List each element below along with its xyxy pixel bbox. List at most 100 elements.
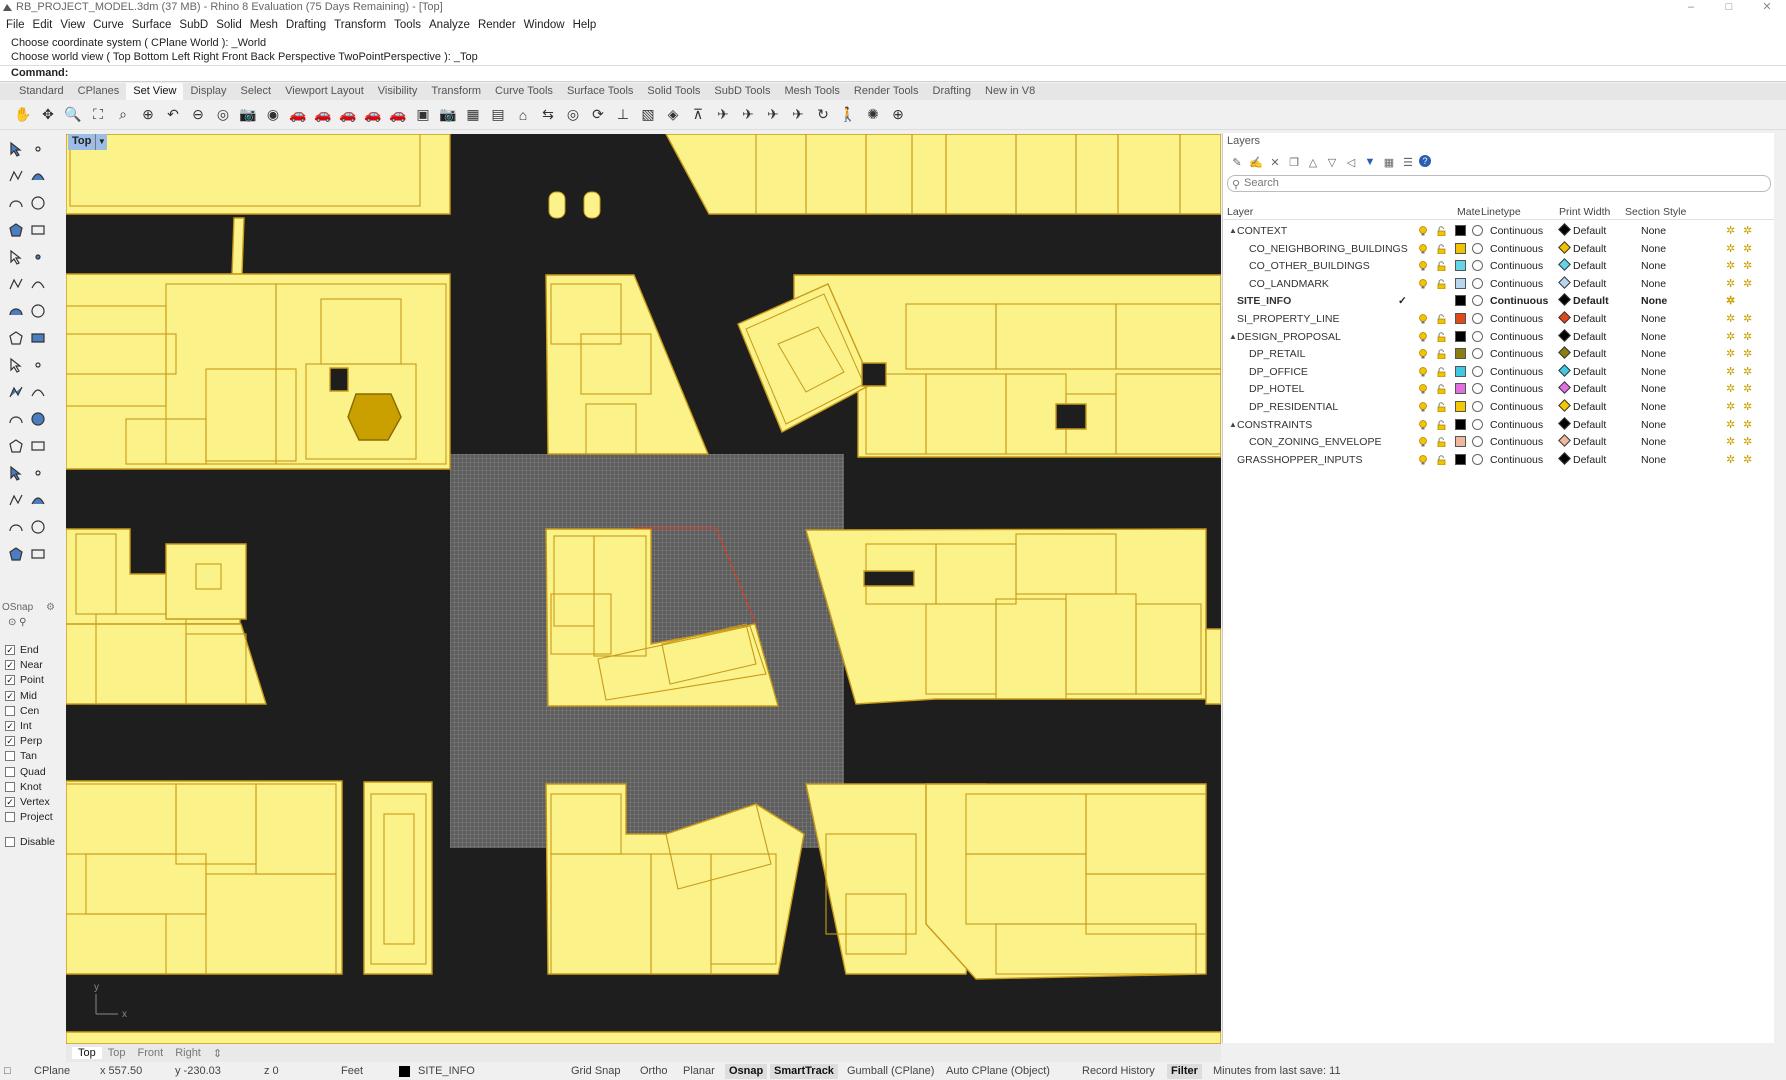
osnap-checkbox[interactable] bbox=[5, 781, 15, 792]
menu-view[interactable]: View bbox=[56, 19, 89, 31]
layer-section-style[interactable]: None bbox=[1641, 278, 1666, 290]
status-toggle-osnap[interactable]: Osnap bbox=[725, 1064, 768, 1079]
plane-icon[interactable]: ✈ bbox=[787, 104, 809, 126]
mesh-icon[interactable] bbox=[6, 328, 26, 348]
visibility-bulb-icon[interactable] bbox=[1419, 402, 1427, 412]
osnap-quad[interactable]: Quad bbox=[5, 766, 46, 778]
new-sublayer-icon[interactable]: ✍ bbox=[1248, 155, 1264, 169]
material-circle-icon[interactable] bbox=[1472, 383, 1483, 395]
table-icon[interactable]: ▦ bbox=[1381, 155, 1397, 169]
unlock-icon[interactable] bbox=[1437, 437, 1446, 448]
layer-color-swatch[interactable] bbox=[1455, 453, 1466, 465]
layer-color-swatch[interactable] bbox=[1455, 348, 1466, 360]
place-camera-icon[interactable]: ⌂ bbox=[512, 104, 534, 126]
material-circle-icon[interactable] bbox=[1472, 225, 1483, 236]
block-void[interactable] bbox=[863, 570, 915, 587]
layer-section-style[interactable]: None bbox=[1641, 366, 1666, 378]
sun-icon[interactable]: ✺ bbox=[862, 104, 884, 126]
clipping-icon[interactable]: ✲ bbox=[1726, 382, 1735, 395]
layer-print-width[interactable]: Default bbox=[1573, 436, 1606, 448]
bollard[interactable] bbox=[583, 191, 601, 219]
unlock-icon[interactable] bbox=[1437, 279, 1446, 289]
visibility-bulb-icon[interactable] bbox=[1419, 331, 1427, 342]
tab-select[interactable]: Select bbox=[234, 83, 279, 100]
osnap-end[interactable]: ✓ End bbox=[5, 644, 39, 656]
detail-icon[interactable]: ✲ bbox=[1743, 312, 1752, 325]
clipping-icon[interactable]: ✲ bbox=[1726, 435, 1735, 448]
print-color-diamond-icon[interactable] bbox=[1558, 258, 1571, 272]
car-icon[interactable]: 🚗 bbox=[287, 104, 309, 126]
layer-color-swatch[interactable] bbox=[1455, 225, 1466, 236]
osnap-int[interactable]: ✓ Int bbox=[5, 720, 32, 732]
menu-mesh[interactable]: Mesh bbox=[246, 19, 282, 31]
point-icon[interactable] bbox=[28, 139, 48, 159]
transform-icon[interactable] bbox=[28, 436, 48, 456]
status-toggle-ortho[interactable]: Ortho bbox=[640, 1065, 668, 1077]
move-up-icon[interactable]: △ bbox=[1305, 155, 1321, 169]
menu-file[interactable]: File bbox=[2, 19, 29, 31]
layer-name[interactable]: CO_NEIGHBORING_BUILDINGS bbox=[1249, 243, 1408, 255]
osnap-vertex[interactable]: ✓ Vertex bbox=[5, 796, 50, 808]
unlock-icon[interactable] bbox=[1437, 314, 1446, 324]
two-point-icon[interactable]: ⊥ bbox=[612, 104, 634, 126]
detail-icon[interactable]: ✲ bbox=[1743, 259, 1752, 272]
osnap-disable[interactable]: Disable bbox=[5, 836, 55, 848]
layer-section-style[interactable]: None bbox=[1641, 331, 1666, 343]
print-color-diamond-icon[interactable] bbox=[1558, 451, 1571, 465]
layer-section-style[interactable]: None bbox=[1641, 436, 1666, 448]
osnap-checkbox[interactable]: ✓ bbox=[5, 797, 15, 807]
group-icon[interactable] bbox=[6, 490, 26, 510]
new-layer-icon[interactable]: ✎ bbox=[1229, 155, 1245, 169]
plan-drawing[interactable]: yx bbox=[66, 134, 1221, 1044]
print-color-diamond-icon[interactable] bbox=[1558, 381, 1571, 395]
layer-color-swatch[interactable] bbox=[1455, 260, 1466, 272]
layer-print-width[interactable]: Default bbox=[1573, 225, 1606, 237]
layer-print-width[interactable]: Default bbox=[1573, 419, 1606, 431]
clipping-icon[interactable]: ✲ bbox=[1726, 400, 1735, 413]
unlock-icon[interactable] bbox=[1437, 402, 1446, 412]
layer-row[interactable]: CON_ZONING_ENVELOPE Continuous Default None… bbox=[1223, 434, 1775, 451]
status-toggle-filter[interactable]: Filter bbox=[1167, 1064, 1202, 1079]
layer-name[interactable]: DP_RESIDENTIAL bbox=[1249, 401, 1338, 413]
side-panel-strip[interactable] bbox=[1774, 133, 1786, 1043]
zoom-selected-icon[interactable]: ⊕ bbox=[137, 104, 159, 126]
tab-visibility[interactable]: Visibility bbox=[371, 83, 425, 100]
tab-new-in-v8[interactable]: New in V8 bbox=[978, 83, 1042, 100]
layer-section-style[interactable]: None bbox=[1641, 243, 1666, 255]
status-toggle-grid-snap[interactable]: Grid Snap bbox=[571, 1065, 621, 1077]
osnap-checkbox[interactable]: ✓ bbox=[5, 675, 15, 686]
material-circle-icon[interactable] bbox=[1472, 330, 1483, 342]
layer-linetype[interactable]: Continuous bbox=[1490, 348, 1543, 360]
menu-render[interactable]: Render bbox=[474, 19, 520, 31]
layer-print-width[interactable]: Default bbox=[1573, 401, 1606, 413]
help-icon[interactable]: ? bbox=[1419, 155, 1431, 167]
material-circle-icon[interactable] bbox=[1472, 418, 1483, 430]
car-icon[interactable]: 🚗 bbox=[362, 104, 384, 126]
osnap-disable-checkbox[interactable] bbox=[5, 837, 15, 847]
osnap-cen[interactable]: Cen bbox=[5, 705, 39, 717]
osnap-checkbox[interactable]: ✓ bbox=[5, 736, 15, 747]
tab-curve-tools[interactable]: Curve Tools bbox=[488, 83, 560, 100]
array-icon[interactable] bbox=[6, 517, 26, 537]
col-print-width[interactable]: Print Width bbox=[1559, 206, 1610, 218]
options-menu-icon[interactable]: ☰ bbox=[1400, 155, 1416, 169]
building-footprint[interactable] bbox=[66, 134, 451, 215]
tab-subd-tools[interactable]: SubD Tools bbox=[707, 83, 777, 100]
layers-search-input[interactable]: ⚲ Search bbox=[1227, 175, 1771, 192]
block-void[interactable] bbox=[861, 362, 887, 387]
tab-mesh-tools[interactable]: Mesh Tools bbox=[777, 83, 846, 100]
menu-analyze[interactable]: Analyze bbox=[425, 19, 474, 31]
zoom-all-icon[interactable]: ◎ bbox=[212, 104, 234, 126]
visibility-bulb-icon[interactable] bbox=[1419, 314, 1427, 324]
material-circle-icon[interactable] bbox=[1472, 260, 1483, 272]
layer-name[interactable]: DESIGN_PROPOSAL bbox=[1237, 331, 1341, 343]
viewport-icon[interactable]: ▦ bbox=[462, 104, 484, 126]
layer-color-swatch[interactable] bbox=[1455, 313, 1466, 324]
clipping-icon[interactable]: ✲ bbox=[1726, 453, 1735, 466]
camera-icon[interactable]: 📷 bbox=[237, 104, 259, 126]
osnap-checkbox[interactable] bbox=[5, 812, 15, 823]
unlock-icon[interactable] bbox=[1437, 419, 1446, 430]
material-circle-icon[interactable] bbox=[1472, 242, 1483, 254]
visibility-bulb-icon[interactable] bbox=[1419, 437, 1427, 447]
car-icon[interactable]: 🚗 bbox=[337, 104, 359, 126]
